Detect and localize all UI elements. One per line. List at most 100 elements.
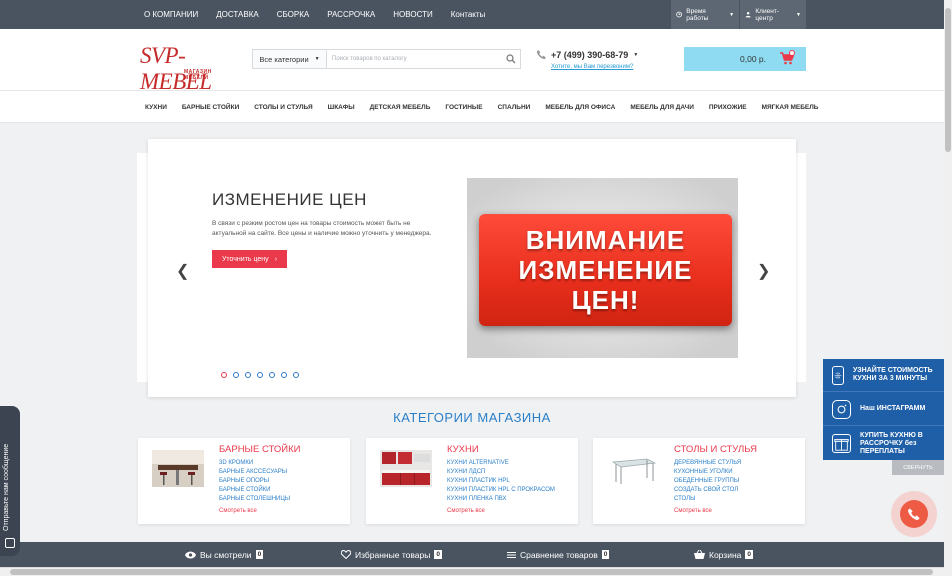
category-card-tables: СТОЛЫ И СТУЛЬЯ ДЕРЕВЯННЫЕ СТУЛЬЯ КУХОННЫ…	[593, 438, 805, 524]
nav-kids[interactable]: ДЕТСКАЯ МЕБЕЛЬ	[370, 104, 431, 111]
horizontal-scroll-thumb[interactable]	[10, 569, 933, 575]
main-nav: КУХНИ БАРНЫЕ СТОЙКИ СТОЛЫ И СТУЛЬЯ ШКАФЫ…	[0, 91, 944, 123]
kitchen-image[interactable]	[380, 450, 432, 487]
slider-next-arrow[interactable]: ❯	[757, 261, 770, 281]
callback-link[interactable]: Хотите, мы Вам перезвоним?	[551, 64, 633, 70]
feedback-tab[interactable]: Отправьте нам сообщение	[0, 406, 20, 556]
favorites-button[interactable]: Избранные товары 0	[341, 542, 442, 567]
nav-hallways[interactable]: ПРИХОЖИЕ	[709, 104, 747, 111]
category-link[interactable]: КУХОННЫЕ УГОЛКИ	[674, 468, 741, 477]
clarify-price-label: Уточнить цену	[221, 255, 269, 263]
category-title[interactable]: СТОЛЫ И СТУЛЬЯ	[674, 444, 757, 455]
side-item-calculator[interactable]: УЗНАЙТЕ СТОИМОСТЬ КУХНИ ЗА 3 МИНУТЫ	[823, 359, 944, 392]
topnav-about[interactable]: О КОМПАНИИ	[144, 10, 198, 19]
instagram-icon	[832, 399, 851, 419]
category-link[interactable]: ДЕРЕВЯННЫЕ СТУЛЬЯ	[674, 459, 741, 468]
category-link[interactable]: СТОЛЫ	[674, 495, 741, 504]
search-placeholder: Поиск товаров по каталогу	[332, 56, 407, 62]
nav-bedrooms[interactable]: СПАЛЬНИ	[498, 104, 531, 111]
worktime-label: Время работы	[686, 7, 709, 22]
see-all-link[interactable]: Смотреть все	[674, 508, 712, 514]
collapse-button[interactable]: свернуть	[892, 460, 944, 475]
slider-dot[interactable]	[233, 372, 239, 378]
topnav-installment[interactable]: РАССРОЧКА	[327, 10, 375, 19]
category-card-kitchens: КУХНИ КУХНИ ALTERNATIVE КУХНИ ЛДСП КУХНИ…	[366, 438, 578, 524]
slider-dot[interactable]	[293, 372, 299, 378]
category-link[interactable]: БАРНЫЕ СТОЛЕШНИЦЫ	[219, 495, 290, 504]
basket-button[interactable]: Корзина 0	[694, 542, 754, 567]
cart-badge	[789, 50, 795, 56]
category-link[interactable]: КУХНИ ALTERNATIVE	[447, 459, 555, 468]
top-right-menu: Время работы ▼ Клиент-центр ▼	[671, 0, 806, 29]
header: SVP-MEBEL МАГАЗИН МЕБЕЛИ Все категории ▼…	[0, 29, 944, 94]
compare-label: Сравнение товаров	[520, 549, 598, 560]
viewed-button[interactable]: Вы смотрели 0	[185, 542, 264, 567]
see-all-link[interactable]: Смотреть все	[447, 508, 485, 514]
search-icon[interactable]	[506, 54, 516, 64]
compare-count: 0	[601, 550, 610, 559]
viewed-count: 0	[255, 550, 264, 559]
chevron-down-icon: ▼	[729, 11, 735, 18]
nav-wardrobes[interactable]: ШКАФЫ	[328, 104, 355, 111]
category-link[interactable]: БАРНЫЕ ОПОРЫ	[219, 477, 290, 486]
category-title[interactable]: КУХНИ	[447, 444, 479, 455]
vertical-scroll-thumb[interactable]	[945, 8, 951, 152]
slider-dot[interactable]	[269, 372, 275, 378]
client-center-dropdown[interactable]: Клиент-центр ▼	[740, 0, 806, 29]
basket-label: Корзина	[709, 549, 742, 560]
feedback-label: Отправьте нам сообщение	[3, 443, 10, 531]
nav-living-rooms[interactable]: ГОСТИНЫЕ	[445, 104, 482, 111]
category-link[interactable]: КУХНИ ЛДСП	[447, 468, 555, 477]
nav-tables-chairs[interactable]: СТОЛЫ И СТУЛЬЯ	[254, 104, 312, 111]
heart-icon	[341, 550, 351, 559]
slider-dot[interactable]	[257, 372, 263, 378]
nav-office[interactable]: МЕБЕЛЬ ДЛЯ ОФИСА	[545, 104, 615, 111]
slide-title: ИЗМЕНЕНИЕ ЦЕН	[212, 190, 367, 209]
logo[interactable]: SVP-MEBEL МАГАЗИН МЕБЕЛИ	[140, 43, 238, 94]
nav-upholstered[interactable]: МЯГКАЯ МЕБЕЛЬ	[762, 104, 819, 111]
vertical-scrollbar[interactable]	[944, 0, 952, 576]
category-link[interactable]: ОБЕДЕННЫЕ ГРУППЫ	[674, 477, 741, 486]
topnav-contacts[interactable]: Контакты	[451, 10, 486, 19]
category-link[interactable]: СОЗДАТЬ СВОЙ СТОЛ	[674, 486, 741, 495]
table-image[interactable]	[607, 450, 659, 487]
basket-count: 0	[745, 550, 754, 559]
slide-image: ВНИМАНИЕ ИЗМЕНЕНИЕ ЦЕН!	[467, 178, 738, 358]
call-button[interactable]	[891, 491, 937, 537]
topnav-assembly[interactable]: СБОРКА	[277, 10, 310, 19]
sign-line-3: ЦЕН!	[571, 285, 640, 315]
clarify-price-button[interactable]: Уточнить цену ›	[212, 250, 287, 268]
topnav-delivery[interactable]: ДОСТАВКА	[216, 10, 258, 19]
cart-button[interactable]: 0,00 р.	[684, 47, 806, 71]
side-item-instagram[interactable]: Наш ИНСТАГРАММ	[823, 393, 944, 426]
slider-dot[interactable]	[245, 372, 251, 378]
nav-kitchens[interactable]: КУХНИ	[145, 104, 167, 111]
category-link[interactable]: КУХНИ ПЛЕНКА ПВХ	[447, 495, 555, 504]
side-item-label: Наш ИНСТАГРАММ	[860, 405, 926, 412]
favorites-label: Избранные товары	[355, 549, 431, 560]
bar-counter-image[interactable]	[152, 450, 204, 487]
horizontal-scrollbar[interactable]	[0, 567, 944, 576]
category-link[interactable]: 3D КРОМКИ	[219, 459, 290, 468]
nav-bar-counters[interactable]: БАРНЫЕ СТОЙКИ	[182, 104, 239, 111]
topnav-news[interactable]: НОВОСТИ	[393, 10, 432, 19]
phone-dropdown[interactable]: +7 (499) 390-68-79 ▼	[536, 49, 638, 60]
client-center-label: Клиент-центр	[755, 7, 779, 22]
category-link[interactable]: БАРНЫЕ АКССЕСУАРЫ	[219, 468, 290, 477]
nav-country[interactable]: МЕБЕЛЬ ДЛЯ ДАЧИ	[630, 104, 694, 111]
category-link[interactable]: КУХНИ ПЛАСТИК HPL С ПРОКРАСОМ	[447, 486, 555, 495]
worktime-dropdown[interactable]: Время работы ▼	[671, 0, 741, 29]
category-link[interactable]: КУХНИ ПЛАСТИК HPL	[447, 477, 555, 486]
category-link[interactable]: БАРНЫЕ СТОЙКИ	[219, 486, 290, 495]
category-select[interactable]: Все категории ▼	[252, 49, 326, 69]
compare-button[interactable]: Сравнение товаров 0	[507, 542, 610, 567]
slider-dot[interactable]	[221, 372, 227, 378]
search-input[interactable]: Поиск товаров по каталогу	[326, 49, 521, 69]
side-item-installment[interactable]: КУПИТЬ КУХНЮ В РАССРОЧКУ без ПЕРЕПЛАТЫ	[823, 427, 944, 460]
slider-dot[interactable]	[281, 372, 287, 378]
see-all-link[interactable]: Смотреть все	[219, 508, 257, 514]
promo-slider: ИЗМЕНЕНИЕ ЦЕН В связи с резким ростом це…	[148, 139, 796, 397]
side-item-label: КУПИТЬ КУХНЮ В РАССРОЧКУ без ПЕРЕПЛАТЫ	[860, 431, 923, 455]
category-title[interactable]: БАРНЫЕ СТОЙКИ	[219, 444, 300, 455]
slider-prev-arrow[interactable]: ❮	[176, 261, 189, 281]
